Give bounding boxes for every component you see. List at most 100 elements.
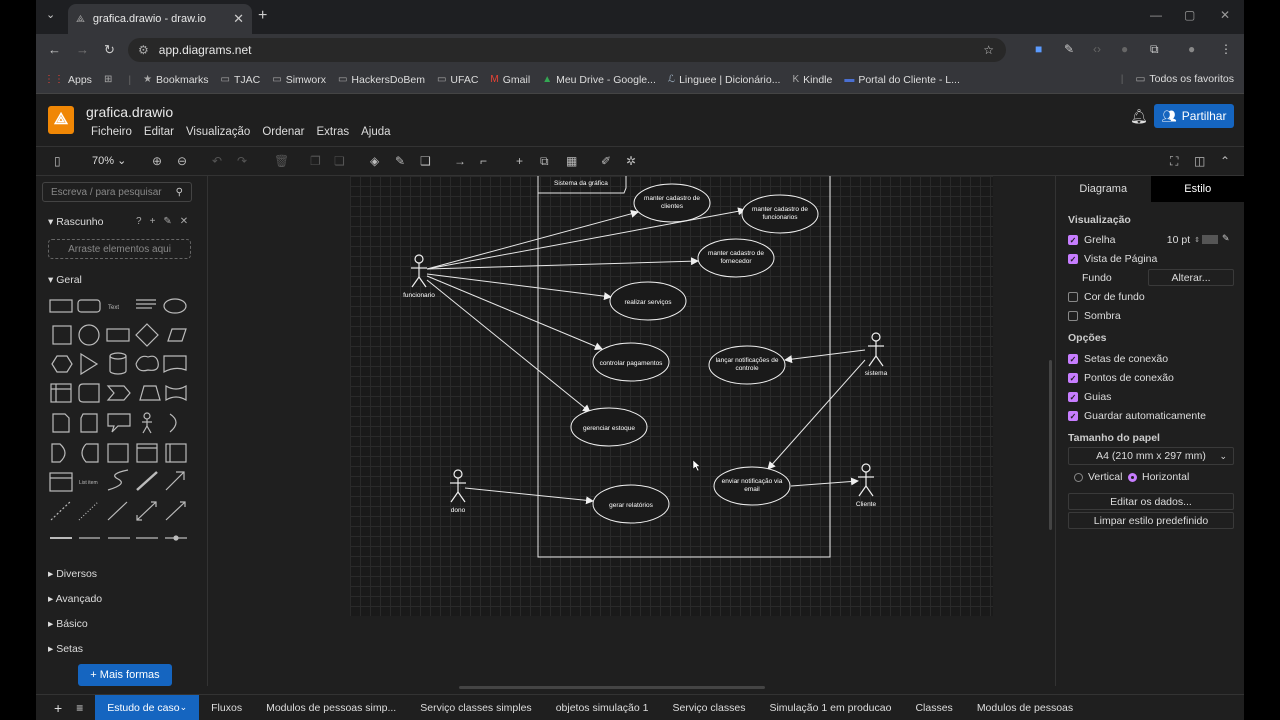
share-button[interactable]: 👥︎ Partilhar bbox=[1154, 104, 1234, 128]
shape-dotted-line[interactable] bbox=[78, 501, 99, 521]
shape-search-input[interactable]: Escreva / para pesquisar ⚲ bbox=[42, 182, 192, 202]
chevron-down-icon[interactable]: ⌄ bbox=[180, 702, 188, 713]
zoom-out-icon[interactable]: ⊖ bbox=[177, 154, 187, 168]
undo-icon[interactable]: ↶ bbox=[212, 154, 222, 168]
shape-line[interactable] bbox=[107, 501, 128, 521]
diagram-canvas[interactable]: Sistema da gráfica funcionario sistema d… bbox=[209, 171, 1055, 686]
guides-checkbox[interactable]: ✓ Guias bbox=[1068, 391, 1111, 403]
actor-sistema[interactable] bbox=[868, 332, 884, 367]
bookmark-item[interactable]: ▭ Simworx bbox=[272, 74, 326, 86]
bookmark-item[interactable]: ▭ UFAC bbox=[437, 74, 478, 86]
section-avancado[interactable]: ▸ Avançado bbox=[48, 593, 102, 605]
shape-list[interactable] bbox=[49, 472, 73, 492]
close-window-icon[interactable]: ✕ bbox=[1220, 8, 1230, 22]
bookmark-item[interactable]: ▬ Portal do Cliente - L... bbox=[844, 74, 960, 86]
shape-circle[interactable] bbox=[78, 324, 100, 346]
add-icon[interactable]: + bbox=[150, 216, 156, 227]
shape-internal-storage[interactable] bbox=[50, 383, 72, 403]
edge-uc8-cliente[interactable] bbox=[790, 477, 859, 487]
waypoints-icon[interactable]: ⌐ bbox=[480, 154, 487, 168]
profile-avatar[interactable]: ● bbox=[1188, 42, 1195, 56]
collapse-icon[interactable]: ⌃ bbox=[1220, 154, 1230, 168]
site-info-icon[interactable]: ⚙ bbox=[138, 43, 149, 57]
forward-icon[interactable]: → bbox=[76, 42, 89, 57]
shape-connector-symbol[interactable] bbox=[165, 535, 187, 541]
edge-dono-uc9[interactable] bbox=[464, 487, 594, 505]
actor-dono[interactable] bbox=[450, 469, 466, 503]
autosave-checkbox[interactable]: ✓ Guardar automaticamente bbox=[1068, 410, 1206, 422]
delete-icon[interactable]: 🗑︎ bbox=[274, 154, 289, 168]
shape-text[interactable]: Text bbox=[108, 305, 119, 311]
grid-color-swatch[interactable] bbox=[1202, 235, 1218, 244]
menu-item[interactable]: Ajuda bbox=[361, 126, 390, 138]
bookmark-item[interactable]: ▲ Meu Drive - Google... bbox=[542, 74, 656, 86]
use-case-lancar-notificacoes[interactable]: lançar notificações de controle bbox=[708, 345, 786, 385]
fill-color-icon[interactable]: ◈ bbox=[370, 154, 379, 168]
shape-triangle[interactable] bbox=[80, 352, 99, 376]
actor-cliente[interactable] bbox=[858, 463, 874, 497]
bookmark-item[interactable]: ⊞ bbox=[104, 74, 116, 85]
bookmark-item[interactable]: ⋮⋮ Apps bbox=[44, 74, 92, 86]
page-tab[interactable]: Modulos de pessoas simp... bbox=[254, 695, 408, 720]
more-shapes-button[interactable]: + Mais formas bbox=[78, 664, 172, 686]
page-tab[interactable]: Simulação 1 em producao bbox=[757, 695, 903, 720]
bookmark-item[interactable]: ▭ HackersDoBem bbox=[338, 74, 425, 86]
extension-icon[interactable]: ✎ bbox=[1064, 42, 1074, 56]
edge-funcionario-uc1[interactable] bbox=[426, 209, 639, 270]
shape-rectangle[interactable] bbox=[49, 299, 73, 313]
shadow-icon[interactable]: ❑ bbox=[420, 154, 431, 168]
puzzle-icon[interactable]: ⧉ bbox=[1150, 42, 1159, 57]
shape-container[interactable] bbox=[107, 443, 129, 463]
shape-tape[interactable] bbox=[165, 384, 187, 402]
all-bookmarks[interactable]: | ▭ Todos os favoritos bbox=[1121, 73, 1234, 85]
shape-trapezoid[interactable] bbox=[139, 385, 161, 401]
shape-directional-connector[interactable] bbox=[165, 501, 186, 521]
use-case-manter-funcionarios[interactable]: manter cadastro de funcionarios bbox=[741, 194, 819, 234]
split-view-icon[interactable]: ◫ bbox=[1194, 154, 1205, 168]
page-view-checkbox[interactable]: ✓ Vista de Página bbox=[1068, 253, 1157, 265]
shape-curve[interactable] bbox=[107, 469, 129, 491]
connection-icon[interactable]: → bbox=[454, 154, 466, 168]
new-tab-icon[interactable]: + bbox=[258, 7, 267, 25]
change-background-button[interactable]: Alterar... bbox=[1148, 269, 1234, 286]
tab-diagram[interactable]: Diagrama bbox=[1056, 176, 1151, 202]
zoom-select[interactable]: 70% ⌄ bbox=[92, 154, 126, 167]
shape-square[interactable] bbox=[52, 325, 72, 345]
connection-points-checkbox[interactable]: ✓ Pontos de conexão bbox=[1068, 372, 1174, 384]
code-icon[interactable]: ‹› bbox=[1093, 42, 1101, 56]
extension-2-icon[interactable]: ● bbox=[1121, 42, 1128, 56]
edge-sistema-uc8[interactable] bbox=[767, 359, 866, 470]
paper-size-select[interactable]: A4 (210 mm x 297 mm) ⌄ bbox=[1068, 447, 1234, 465]
close-tab-icon[interactable]: ✕ bbox=[233, 11, 244, 27]
fullscreen-icon[interactable]: ⛶ bbox=[1170, 154, 1178, 169]
format-panel-icon[interactable]: ▯ bbox=[54, 154, 61, 168]
shape-step[interactable] bbox=[106, 385, 131, 401]
url-bar[interactable]: ⚙ app.diagrams.net ☆ bbox=[128, 38, 1006, 62]
shape-hexagon[interactable] bbox=[51, 355, 73, 373]
shadow-checkbox[interactable]: Sombra bbox=[1068, 310, 1121, 322]
shape-rounded-rectangle[interactable] bbox=[77, 299, 101, 313]
table-icon[interactable]: ▦ bbox=[566, 154, 577, 168]
shape-ellipse[interactable] bbox=[163, 298, 187, 314]
edit-icon[interactable]: ✎ bbox=[163, 216, 171, 227]
search-icon[interactable]: ⚲ bbox=[176, 187, 183, 198]
bookmark-item[interactable]: ★ Bookmarks bbox=[143, 74, 208, 86]
pencil-icon[interactable]: ✎ bbox=[1222, 233, 1230, 244]
magic-icon[interactable]: ✲ bbox=[626, 154, 636, 168]
minimize-icon[interactable]: — bbox=[1150, 8, 1162, 22]
maximize-icon[interactable]: ▢ bbox=[1184, 8, 1195, 22]
use-case-manter-fornecedor[interactable]: manter cadastro de fornecedor bbox=[697, 238, 775, 278]
menu-item[interactable]: Visualização bbox=[186, 126, 250, 138]
to-front-icon[interactable]: ❐ bbox=[310, 154, 321, 168]
pages-menu-icon[interactable]: ≡ bbox=[72, 701, 95, 715]
notification-bell-icon[interactable]: 🔔︎ bbox=[1130, 108, 1148, 125]
diagram-page[interactable]: Sistema da gráfica funcionario sistema d… bbox=[350, 171, 993, 616]
edge-funcionario-uc2[interactable] bbox=[426, 207, 746, 270]
section-setas[interactable]: ▸ Setas bbox=[48, 643, 83, 655]
shape-cloud[interactable] bbox=[135, 355, 159, 372]
menu-item[interactable]: Extras bbox=[317, 126, 350, 138]
horizontal-scrollbar[interactable] bbox=[459, 686, 765, 689]
shape-cylinder[interactable] bbox=[109, 352, 127, 375]
shape-process[interactable] bbox=[106, 328, 130, 342]
bookmark-item[interactable]: ℒ Linguee | Dicionário... bbox=[668, 74, 781, 86]
